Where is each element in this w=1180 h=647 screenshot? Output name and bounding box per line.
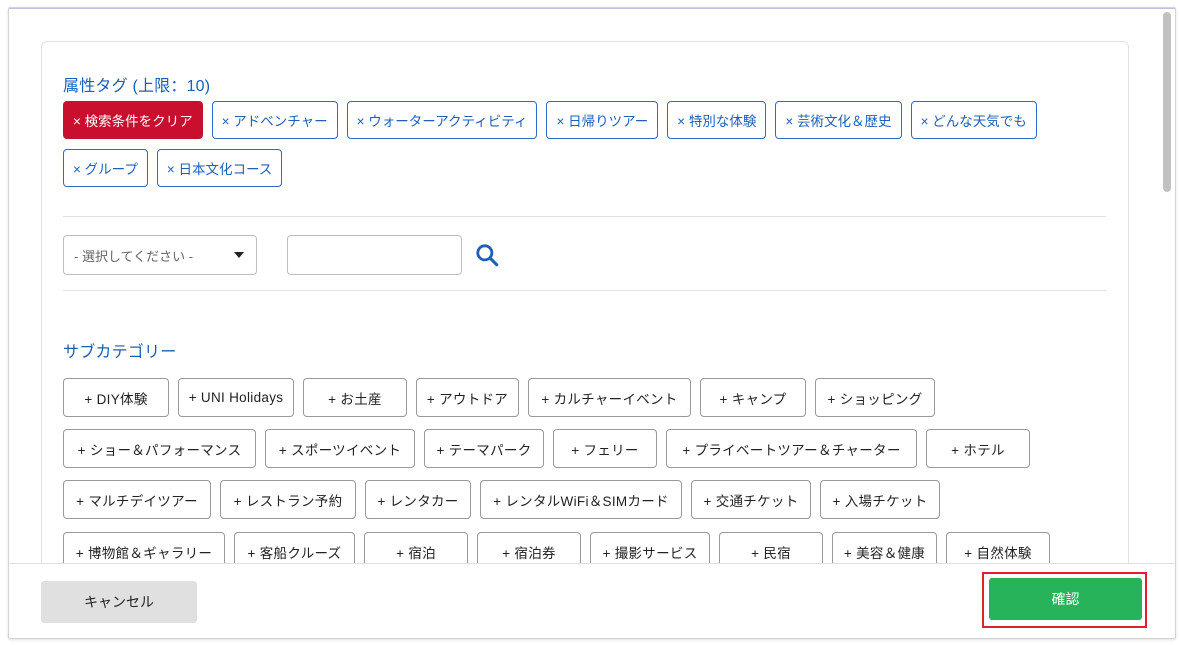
selected-tag[interactable]: × 芸術文化＆歴史 [775, 101, 902, 139]
selected-tag[interactable]: × グループ [63, 149, 148, 187]
subcategory-row: + マルチデイツアー + レストラン予約 + レンタカー + レンタルWiFi＆… [63, 480, 940, 519]
selected-tags-row-1: × 検索条件をクリア × アドベンチャー × ウォーターアクティビティ × 日帰… [63, 101, 1037, 139]
subcategory-button[interactable]: + 民宿 [719, 532, 823, 564]
filter-panel: 属性タグ (上限：10) × 検索条件をクリア × アドベンチャー × ウォータ… [41, 41, 1129, 564]
modal-content: 属性タグ (上限：10) × 検索条件をクリア × アドベンチャー × ウォータ… [9, 8, 1175, 564]
selected-tag[interactable]: × アドベンチャー [211, 101, 338, 139]
category-select-value: - 選択してください - [74, 248, 194, 264]
subcategory-row: + 博物館＆ギャラリー + 客船クルーズ + 宿泊 + 宿泊券 + 撮影サービス… [63, 532, 1050, 564]
subcategory-button[interactable]: + レンタカー [365, 480, 471, 519]
subcategory-button[interactable]: + 交通チケット [691, 480, 811, 519]
selected-tag[interactable]: × 日帰りツアー [546, 101, 659, 139]
selected-tag[interactable]: × 特別な体験 [667, 101, 767, 139]
subcategory-button[interactable]: + 美容＆健康 [832, 532, 937, 564]
subcategory-button[interactable]: + マルチデイツアー [63, 480, 211, 519]
subcategory-button[interactable]: + 入場チケット [820, 480, 940, 519]
subcategory-button[interactable]: + フェリー [553, 429, 657, 468]
subcategory-button[interactable]: + 自然体験 [946, 532, 1050, 564]
selected-tags-row-2: × グループ × 日本文化コース [63, 149, 283, 187]
selected-tag[interactable]: × ウォーターアクティビティ [346, 101, 538, 139]
subcategory-button[interactable]: + ホテル [926, 429, 1030, 468]
subcategory-button[interactable]: + 宿泊 [364, 532, 468, 564]
divider [63, 216, 1106, 217]
subcategory-button[interactable]: + アウトドア [416, 378, 519, 417]
subcategory-button[interactable]: + ショッピング [815, 378, 935, 417]
subcategory-button[interactable]: + 博物館＆ギャラリー [63, 532, 225, 564]
subcategory-button[interactable]: + 宿泊券 [477, 532, 581, 564]
confirm-button[interactable]: 確認 [989, 578, 1142, 620]
scrollbar-thumb[interactable] [1163, 12, 1171, 192]
subcategory-row: + DIY体験 + UNI Holidays + お土産 + アウトドア + カ… [63, 378, 935, 417]
subcategory-button[interactable]: + ショー＆パフォーマンス [63, 429, 256, 468]
subcategory-button[interactable]: + カルチャーイベント [528, 378, 691, 417]
cancel-button[interactable]: キャンセル [41, 581, 197, 623]
attribute-tags-title: 属性タグ (上限：10) [63, 78, 211, 95]
subcategory-title: サブカテゴリー [63, 344, 177, 361]
selected-tag[interactable]: × どんな天気でも [910, 101, 1037, 139]
divider [63, 290, 1106, 291]
selected-tag[interactable]: × 日本文化コース [156, 149, 283, 187]
subcategory-button[interactable]: + DIY体験 [63, 378, 169, 417]
subcategory-button[interactable]: + レンタルWiFi＆SIMカード [480, 480, 682, 519]
subcategory-button[interactable]: + テーマパーク [424, 429, 544, 468]
search-input[interactable] [287, 235, 462, 275]
subcategory-row: + ショー＆パフォーマンス + スポーツイベント + テーマパーク + フェリー… [63, 429, 1030, 468]
subcategory-button[interactable]: + お土産 [303, 378, 407, 417]
modal-footer: キャンセル 確認 [9, 563, 1175, 638]
modal-window: 属性タグ (上限：10) × 検索条件をクリア × アドベンチャー × ウォータ… [8, 7, 1176, 639]
subcategory-button[interactable]: + 撮影サービス [590, 532, 710, 564]
clear-search-button[interactable]: × 検索条件をクリア [63, 101, 203, 139]
subcategory-button[interactable]: + レストラン予約 [220, 480, 356, 519]
category-select[interactable]: - 選択してください - [63, 235, 257, 275]
caret-down-icon [234, 252, 244, 258]
subcategory-button[interactable]: + キャンプ [700, 378, 806, 417]
subcategory-button[interactable]: + スポーツイベント [265, 429, 415, 468]
subcategory-button[interactable]: + 客船クルーズ [234, 532, 355, 564]
subcategory-button[interactable]: + UNI Holidays [178, 378, 294, 417]
subcategory-button[interactable]: + プライベートツアー＆チャーター [666, 429, 917, 468]
search-icon[interactable] [474, 242, 500, 268]
